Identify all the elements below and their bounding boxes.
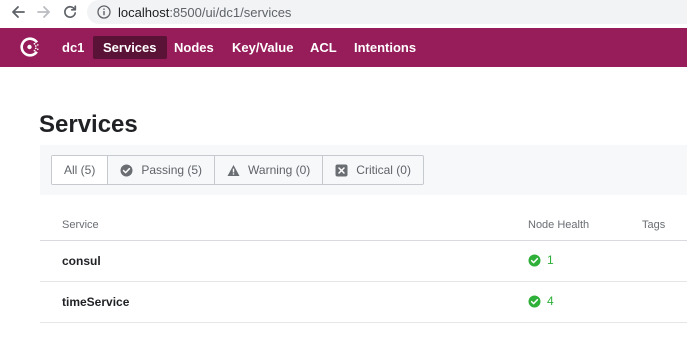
- column-header-node-health: Node Health: [528, 219, 590, 231]
- node-health-cell: 1: [528, 253, 554, 267]
- filter-all-label: All (5): [64, 163, 96, 177]
- services-table: Service Node Health Tags consul 1 timeSe…: [40, 208, 687, 323]
- status-filter-group: All (5) Passing (5) Warning (0) Critical…: [51, 155, 424, 185]
- filter-passing-button[interactable]: Passing (5): [108, 156, 216, 184]
- filter-all-button[interactable]: All (5): [52, 156, 109, 184]
- url-text[interactable]: localhost:8500/ui/dc1/services: [118, 5, 291, 20]
- address-bar[interactable]: localhost:8500/ui/dc1/services: [87, 0, 687, 24]
- passing-check-icon: [528, 254, 541, 267]
- url-host: localhost: [118, 4, 170, 20]
- node-health-count: 1: [547, 253, 554, 267]
- nav-nodes[interactable]: Nodes: [164, 36, 224, 59]
- filter-passing-label: Passing (5): [141, 163, 203, 177]
- column-header-service: Service: [62, 219, 99, 231]
- filter-warning-button[interactable]: Warning (0): [215, 156, 324, 184]
- table-row[interactable]: consul 1: [40, 241, 687, 282]
- nav-key-value[interactable]: Key/Value: [222, 36, 303, 59]
- filter-critical-button[interactable]: Critical (0): [323, 156, 423, 184]
- back-arrow-icon[interactable]: [7, 1, 29, 23]
- filter-bar: All (5) Passing (5) Warning (0) Critical…: [40, 145, 687, 195]
- reload-icon[interactable]: [59, 1, 81, 23]
- url-path: :8500/ui/dc1/services: [169, 4, 292, 20]
- app-header: dc1 Services Nodes Key/Value ACL Intenti…: [0, 28, 687, 67]
- critical-x-icon: [335, 164, 348, 177]
- column-header-tags: Tags: [642, 219, 666, 231]
- check-circle-icon: [120, 164, 133, 177]
- node-health-count: 4: [547, 294, 554, 308]
- info-icon[interactable]: [96, 4, 112, 20]
- service-name-link[interactable]: consul: [62, 254, 101, 268]
- forward-arrow-icon[interactable]: [33, 1, 55, 23]
- node-health-cell: 4: [528, 294, 554, 308]
- consul-logo-icon[interactable]: [19, 36, 41, 58]
- nav-intentions[interactable]: Intentions: [344, 36, 426, 59]
- table-row[interactable]: timeService 4: [40, 282, 687, 323]
- datacenter-selector[interactable]: dc1: [62, 40, 84, 55]
- warning-triangle-icon: [227, 164, 240, 177]
- service-name-link[interactable]: timeService: [62, 295, 129, 309]
- browser-toolbar: localhost:8500/ui/dc1/services: [0, 0, 687, 25]
- passing-check-icon: [528, 295, 541, 308]
- filter-critical-label: Critical (0): [356, 163, 411, 177]
- table-header: Service Node Health Tags: [40, 208, 687, 241]
- filter-warning-label: Warning (0): [248, 163, 311, 177]
- page-title: Services: [39, 111, 138, 138]
- nav-acl[interactable]: ACL: [300, 36, 347, 59]
- nav-services[interactable]: Services: [93, 36, 167, 59]
